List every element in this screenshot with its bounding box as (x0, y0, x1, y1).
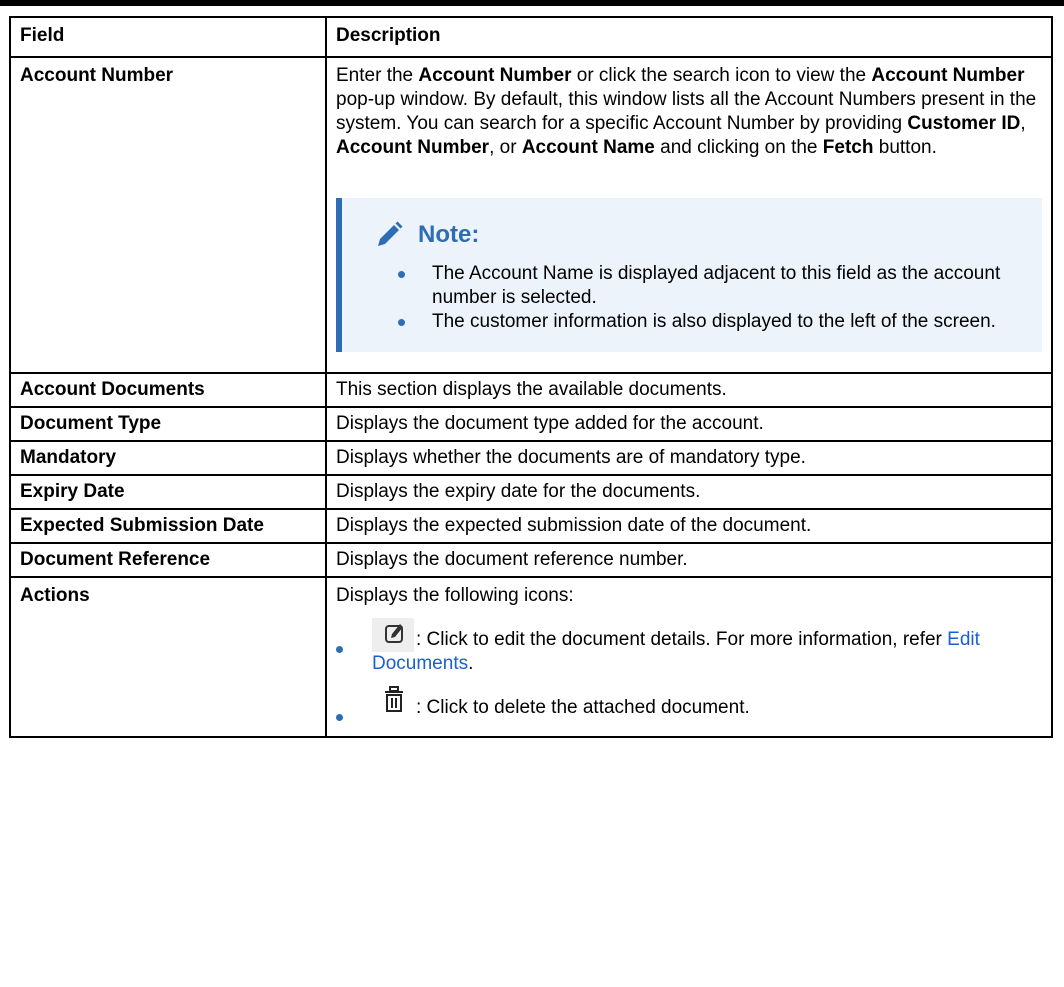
field-description: Enter the Account Number or click the se… (325, 56, 1053, 374)
note-box: Note: The Account Name is displayed adja… (336, 198, 1042, 352)
field-name: Account Number (9, 56, 327, 374)
field-description: Displays whether the documents are of ma… (325, 440, 1053, 476)
table-header-row: Field Description (9, 16, 1053, 58)
field-description: Displays the expiry date for the documen… (325, 474, 1053, 510)
list-item: The Account Name is displayed adjacent t… (374, 262, 1018, 310)
list-item: The customer information is also display… (374, 310, 1018, 334)
table-row: Mandatory Displays whether the documents… (9, 440, 1053, 476)
field-description: Displays the expected submission date of… (325, 508, 1053, 544)
field-name: Document Type (9, 406, 327, 442)
table-row: Expiry Date Displays the expiry date for… (9, 474, 1053, 510)
field-name: Expected Submission Date (9, 508, 327, 544)
field-name: Actions (9, 576, 327, 738)
description-paragraph: Enter the Account Number or click the se… (336, 65, 1037, 158)
table-row: Account Number Enter the Account Number … (9, 56, 1053, 374)
table-row: Actions Displays the following icons: : … (9, 576, 1053, 738)
table-row: Document Type Displays the document type… (9, 406, 1053, 442)
list-item: : Click to edit the document details. Fo… (336, 618, 1042, 676)
edit-icon (372, 618, 414, 652)
field-name: Account Documents (9, 372, 327, 408)
trash-icon (372, 686, 414, 720)
actions-list: : Click to edit the document details. Fo… (336, 618, 1042, 721)
table-row: Document Reference Displays the document… (9, 542, 1053, 578)
table-row: Expected Submission Date Displays the ex… (9, 508, 1053, 544)
list-item: : Click to delete the attached document. (336, 686, 1042, 721)
field-name: Mandatory (9, 440, 327, 476)
field-name: Document Reference (9, 542, 327, 578)
field-description-table: Field Description Account Number Enter t… (9, 16, 1053, 738)
field-description: Displays the following icons: : Click to… (325, 576, 1053, 738)
header-description: Description (325, 16, 1053, 58)
field-description: Displays the document type added for the… (325, 406, 1053, 442)
table-row: Account Documents This section displays … (9, 372, 1053, 408)
field-description: This section displays the available docu… (325, 372, 1053, 408)
top-rule (0, 0, 1064, 6)
note-title: Note: (374, 220, 1018, 250)
note-list: The Account Name is displayed adjacent t… (374, 262, 1018, 334)
field-description: Displays the document reference number. (325, 542, 1053, 578)
header-field: Field (9, 16, 327, 58)
field-name: Expiry Date (9, 474, 327, 510)
actions-intro: Displays the following icons: (336, 585, 574, 606)
pencil-icon (378, 221, 403, 246)
